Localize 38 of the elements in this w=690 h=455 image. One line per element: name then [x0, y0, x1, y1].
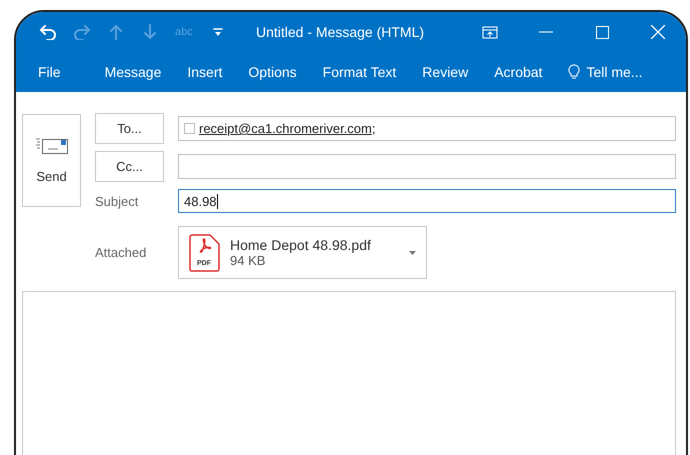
- pdf-file-icon: [189, 234, 220, 272]
- file-size: 94 KB: [230, 253, 266, 268]
- message-body-field[interactable]: [22, 291, 676, 455]
- redo-icon: [73, 24, 91, 40]
- subject-field[interactable]: 48.98: [178, 189, 676, 213]
- send-button[interactable]: Send: [22, 114, 81, 207]
- to-button[interactable]: To...: [95, 113, 164, 144]
- arrow-down-icon: [144, 24, 156, 40]
- to-field[interactable]: receipt@ca1.chromeriver.com;: [178, 116, 676, 141]
- dropdown-caret-icon: [409, 250, 416, 254]
- text-caret: [216, 194, 218, 208]
- arrow-up-icon: [110, 24, 122, 40]
- ribbon-tab[interactable]: Review: [422, 64, 468, 80]
- envelope-icon: [36, 137, 68, 155]
- file-name: Home Depot 48.98.pdf: [230, 237, 371, 253]
- cc-button[interactable]: Cc...: [95, 151, 164, 182]
- tell-me-button[interactable]: Tell me...: [568, 64, 642, 80]
- cc-field[interactable]: [178, 154, 676, 179]
- ribbon-tab[interactable]: Acrobat: [494, 64, 542, 80]
- ribbon-tab[interactable]: Format Text: [322, 64, 396, 80]
- subject-value: 48.98: [184, 194, 217, 208]
- ribbon-tab[interactable]: Insert: [187, 64, 222, 80]
- ribbon-tab[interactable]: Options: [248, 64, 297, 80]
- maximize-icon: [596, 26, 608, 38]
- attached-label: Attached: [95, 245, 148, 260]
- close-icon: [651, 25, 665, 39]
- ribbon-display-icon: [482, 26, 498, 38]
- subject-label: Subject: [95, 194, 140, 208]
- lightbulb-icon: [568, 64, 580, 80]
- window-title: Untitled - Message (HTML): [256, 24, 424, 40]
- separator-text: ;: [372, 121, 376, 136]
- caret-icon: [213, 27, 223, 37]
- ribbon-tab[interactable]: Message: [104, 64, 162, 80]
- checkbox-icon: [184, 123, 195, 134]
- undo-icon: [39, 24, 57, 40]
- ribbon-tab[interactable]: File: [38, 64, 61, 80]
- minimize-icon: [539, 31, 553, 33]
- recipient-link[interactable]: receipt@ca1.chromeriver.com: [199, 121, 372, 136]
